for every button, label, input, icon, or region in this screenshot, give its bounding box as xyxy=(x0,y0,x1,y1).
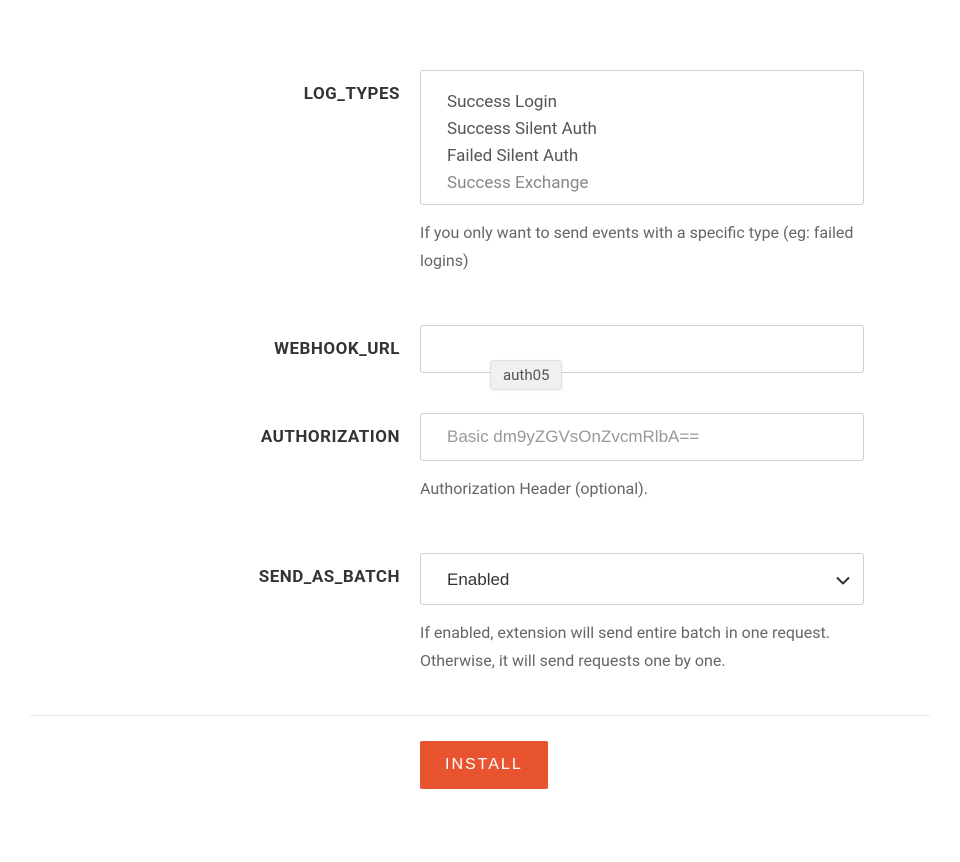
input-col: auth05 xyxy=(420,325,864,373)
webhook-url-input[interactable] xyxy=(420,325,864,373)
send-as-batch-description: If enabled, extension will send entire b… xyxy=(420,619,864,675)
authorization-label: AUTHORIZATION xyxy=(261,427,400,447)
list-item[interactable]: Failed Silent Auth xyxy=(447,143,837,170)
footer: INSTALL xyxy=(0,716,960,789)
log-types-label: LOG_TYPES xyxy=(304,84,400,104)
input-col: Authorization Header (optional). xyxy=(420,413,864,503)
list-item[interactable]: Success Exchange xyxy=(447,170,837,197)
input-col: Success Login Success Silent Auth Failed… xyxy=(420,70,864,275)
authorization-input[interactable] xyxy=(420,413,864,461)
authorization-description: Authorization Header (optional). xyxy=(420,475,864,503)
log-types-description: If you only want to send events with a s… xyxy=(420,219,864,275)
log-types-listbox[interactable]: Success Login Success Silent Auth Failed… xyxy=(420,70,864,205)
label-col: SEND_AS_BATCH xyxy=(30,553,420,587)
list-item[interactable]: Success Silent Auth xyxy=(447,116,837,143)
install-button[interactable]: INSTALL xyxy=(420,741,548,789)
send-as-batch-row: SEND_AS_BATCH Enabled If enabled, extens… xyxy=(30,553,930,675)
send-as-batch-label: SEND_AS_BATCH xyxy=(259,567,400,587)
authorization-row: AUTHORIZATION Authorization Header (opti… xyxy=(30,413,930,503)
list-item[interactable]: Success Login xyxy=(447,89,837,116)
form-container: LOG_TYPES Success Login Success Silent A… xyxy=(0,0,960,675)
select-wrapper: Enabled xyxy=(420,553,864,605)
autocomplete-hint[interactable]: auth05 xyxy=(490,360,562,390)
label-col: LOG_TYPES xyxy=(30,70,420,104)
webhook-url-label: WEBHOOK_URL xyxy=(274,339,400,359)
label-col: AUTHORIZATION xyxy=(30,413,420,447)
label-col: WEBHOOK_URL xyxy=(30,325,420,359)
log-types-row: LOG_TYPES Success Login Success Silent A… xyxy=(30,70,930,275)
webhook-url-row: WEBHOOK_URL auth05 xyxy=(30,325,930,373)
send-as-batch-select[interactable]: Enabled xyxy=(420,553,864,605)
input-col: Enabled If enabled, extension will send … xyxy=(420,553,864,675)
